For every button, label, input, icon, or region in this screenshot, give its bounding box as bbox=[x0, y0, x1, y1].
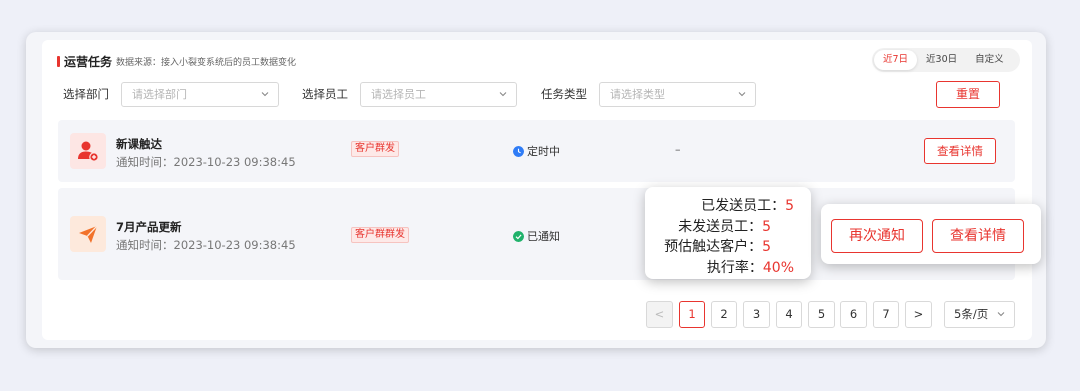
notify-time: 通知时间：2023-10-23 09:38:45 bbox=[116, 238, 296, 252]
page-button-1[interactable]: 1 bbox=[679, 301, 705, 328]
tab-last-30-days[interactable]: 近30日 bbox=[917, 50, 966, 70]
page-button-2[interactable]: 2 bbox=[711, 301, 737, 328]
department-label: 选择部门 bbox=[63, 87, 109, 101]
task-row: 新课触达 通知时间：2023-10-23 09:38:45 客户群发 定时中 –… bbox=[58, 120, 1015, 182]
stat-label: 预估触达客户： bbox=[664, 239, 763, 255]
task-type-badge: 客户群群发 bbox=[351, 227, 409, 243]
employee-label: 选择员工 bbox=[302, 87, 348, 101]
renotify-button[interactable]: 再次通知 bbox=[831, 219, 923, 253]
task-status: 已通知 bbox=[513, 228, 560, 244]
page-button-6[interactable]: 6 bbox=[840, 301, 867, 328]
page-button-5[interactable]: 5 bbox=[808, 301, 835, 328]
reset-button[interactable]: 重置 bbox=[936, 81, 1000, 108]
panel-title: 运营任务 bbox=[64, 54, 113, 69]
execution-rate-stat: 执行率：40% bbox=[707, 257, 794, 277]
page-size-select[interactable]: 5条/页 bbox=[944, 301, 1015, 328]
chevron-down-icon bbox=[997, 312, 1005, 317]
tab-last-7-days[interactable]: 近7日 bbox=[874, 50, 918, 70]
chevron-down-icon bbox=[738, 92, 746, 97]
check-circle-icon bbox=[513, 230, 524, 242]
title-accent-bar bbox=[57, 55, 60, 67]
stat-value: 40% bbox=[762, 260, 794, 276]
task-name: 7月产品更新 bbox=[116, 220, 182, 234]
department-placeholder: 请选择部门 bbox=[132, 88, 187, 101]
page-button-4[interactable]: 4 bbox=[776, 301, 802, 328]
estimated-reach-stat: 预估触达客户：5 bbox=[664, 236, 771, 256]
date-range-tabs: 近7日 近30日 自定义 bbox=[872, 48, 1020, 72]
employee-placeholder: 请选择员工 bbox=[371, 88, 426, 101]
stat-label: 已发送员工： bbox=[701, 198, 786, 214]
view-details-button[interactable]: 查看详情 bbox=[924, 138, 996, 164]
user-add-icon bbox=[70, 133, 106, 169]
task-name: 新课触达 bbox=[116, 137, 162, 151]
paper-plane-icon bbox=[70, 216, 106, 252]
status-label: 定时中 bbox=[527, 145, 560, 158]
status-label: 已通知 bbox=[527, 230, 560, 243]
stats-tooltip: 已发送员工：5 未发送员工：5 预估触达客户：5 执行率：40% bbox=[645, 187, 811, 279]
task-type-select[interactable]: 请选择类型 bbox=[599, 82, 756, 107]
stat-label: 未发送员工： bbox=[678, 219, 763, 235]
next-page-button[interactable]: > bbox=[905, 301, 932, 328]
stat-value: 5 bbox=[762, 219, 771, 235]
page-button-7[interactable]: 7 bbox=[873, 301, 899, 328]
task-type-label: 任务类型 bbox=[541, 87, 587, 101]
notify-time: 通知时间：2023-10-23 09:38:45 bbox=[116, 155, 296, 169]
sent-employees-stat: 已发送员工：5 bbox=[701, 195, 794, 215]
department-select[interactable]: 请选择部门 bbox=[121, 82, 279, 107]
page-button-3[interactable]: 3 bbox=[743, 301, 770, 328]
unsent-employees-stat: 未发送员工：5 bbox=[678, 216, 771, 236]
panel-header: 运营任务 数据来源：接入小裂变系统后的员工数据变化 bbox=[57, 54, 297, 69]
employee-select[interactable]: 请选择员工 bbox=[360, 82, 517, 107]
stat-label: 执行率： bbox=[706, 260, 763, 276]
chevron-down-icon bbox=[261, 92, 269, 97]
page-size-value: 5条/页 bbox=[954, 307, 989, 321]
empty-value: – bbox=[675, 143, 681, 156]
prev-page-button[interactable]: < bbox=[646, 301, 673, 328]
action-popover: 再次通知 查看详情 bbox=[821, 204, 1041, 264]
task-type-placeholder: 请选择类型 bbox=[610, 88, 665, 101]
chevron-down-icon bbox=[499, 92, 507, 97]
view-details-button[interactable]: 查看详情 bbox=[932, 219, 1024, 253]
task-status: 定时中 bbox=[513, 143, 560, 159]
clock-icon bbox=[513, 145, 524, 157]
tab-custom-range[interactable]: 自定义 bbox=[966, 50, 1013, 70]
stat-value: 5 bbox=[785, 198, 794, 214]
task-type-badge: 客户群发 bbox=[351, 141, 399, 157]
panel-subtitle: 数据来源：接入小裂变系统后的员工数据变化 bbox=[116, 57, 297, 68]
stat-value: 5 bbox=[762, 239, 771, 255]
